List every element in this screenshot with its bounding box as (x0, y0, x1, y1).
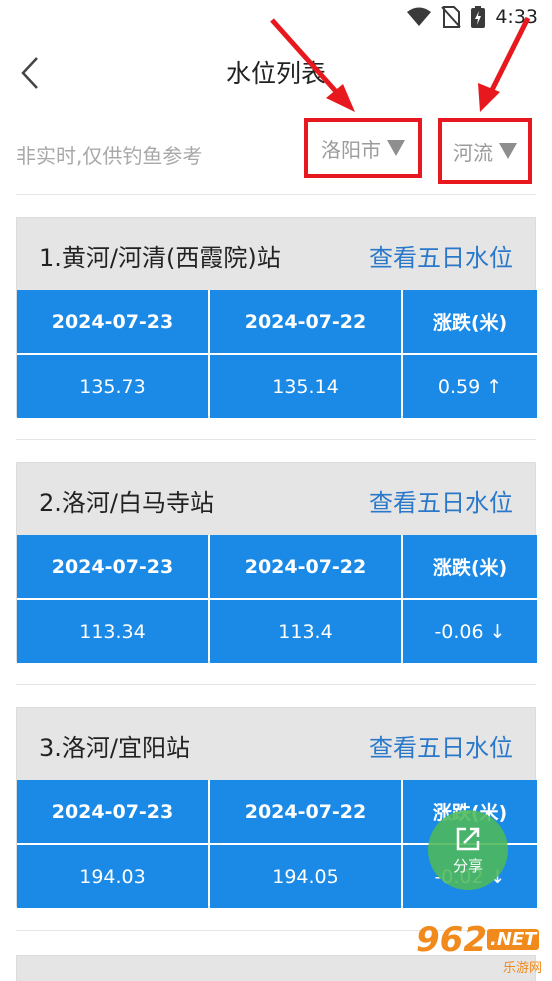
level-value-2: 194.05 (210, 845, 401, 908)
water-level-table: 2024-07-23 2024-07-22 涨跌(米) 135.73 135.1… (17, 290, 537, 418)
station-card: 2.洛河/白马寺站 查看五日水位 2024-07-23 2024-07-22 涨… (16, 462, 537, 663)
date2-header: 2024-07-22 (210, 535, 401, 598)
disclaimer-text: 非实时,仅供钓鱼参考 (16, 144, 203, 168)
station-card: 1.黄河/河清(西霞院)站 查看五日水位 2024-07-23 2024-07-… (16, 217, 537, 418)
date2-header: 2024-07-22 (210, 780, 401, 843)
station-card-header: 2.洛河/白马寺站 查看五日水位 (17, 463, 535, 535)
watermark-number: 962 (416, 920, 487, 960)
view-five-day-link[interactable]: 查看五日水位 (369, 483, 513, 518)
level-value-1: 135.73 (17, 355, 208, 418)
date1-header: 2024-07-23 (17, 290, 208, 353)
share-button[interactable]: 分享 (428, 810, 508, 890)
level-value-2: 135.14 (210, 355, 401, 418)
wifi-icon (407, 7, 432, 26)
share-icon (456, 827, 480, 850)
date1-header: 2024-07-23 (17, 535, 208, 598)
divider (16, 439, 536, 440)
watermark-logo: 962 .NET (416, 920, 540, 960)
station-card-header: 3.洛河/宜阳站 查看五日水位 (17, 708, 535, 780)
dropdown-triangle-icon (387, 140, 405, 156)
page-title: 水位列表 (225, 59, 326, 88)
status-time: 4:33 (495, 6, 538, 28)
divider (16, 194, 536, 195)
date2-header: 2024-07-22 (210, 290, 401, 353)
dropdown-triangle-icon (499, 143, 517, 159)
city-filter-label: 洛阳市 (321, 137, 381, 162)
divider (16, 684, 536, 685)
city-filter-dropdown[interactable]: 洛阳市 (304, 118, 422, 178)
level-value-2: 113.4 (210, 600, 401, 663)
change-header: 涨跌(米) (403, 290, 537, 353)
station-name: 3.洛河/宜阳站 (39, 734, 190, 762)
status-icons: 4:33 (407, 6, 538, 28)
level-change: -0.06 ↓ (403, 600, 537, 663)
no-sim-icon (441, 6, 462, 28)
watermark-net: .NET (486, 929, 540, 950)
app-header: 水位列表 (0, 40, 552, 108)
level-change: 0.59 ↑ (403, 355, 537, 418)
level-value-1: 194.03 (17, 845, 208, 908)
station-card-header: 1.黄河/河清(西霞院)站 查看五日水位 (17, 218, 535, 290)
screen: 4:33 水位列表 非实时,仅供钓鱼参考 洛阳市 河流 1.黄河/河清(西霞院)… (0, 0, 552, 981)
change-header: 涨跌(米) (403, 535, 537, 598)
watermark: 962 .NET 乐游网 (416, 922, 548, 978)
view-five-day-link[interactable]: 查看五日水位 (369, 728, 513, 763)
status-bar: 4:33 (0, 0, 552, 36)
view-five-day-link[interactable]: 查看五日水位 (369, 238, 513, 273)
battery-charging-icon (471, 6, 486, 28)
station-name: 1.黄河/河清(西霞院)站 (39, 244, 281, 272)
water-level-table: 2024-07-23 2024-07-22 涨跌(米) 113.34 113.4… (17, 535, 537, 663)
level-value-1: 113.34 (17, 600, 208, 663)
share-label: 分享 (452, 856, 483, 875)
filter-row: 非实时,仅供钓鱼参考 洛阳市 河流 (0, 118, 552, 192)
river-filter-dropdown[interactable]: 河流 (438, 118, 532, 184)
date1-header: 2024-07-23 (17, 780, 208, 843)
river-filter-label: 河流 (453, 140, 493, 165)
watermark-sub: 乐游网 (502, 961, 542, 976)
station-name: 2.洛河/白马寺站 (39, 489, 214, 517)
